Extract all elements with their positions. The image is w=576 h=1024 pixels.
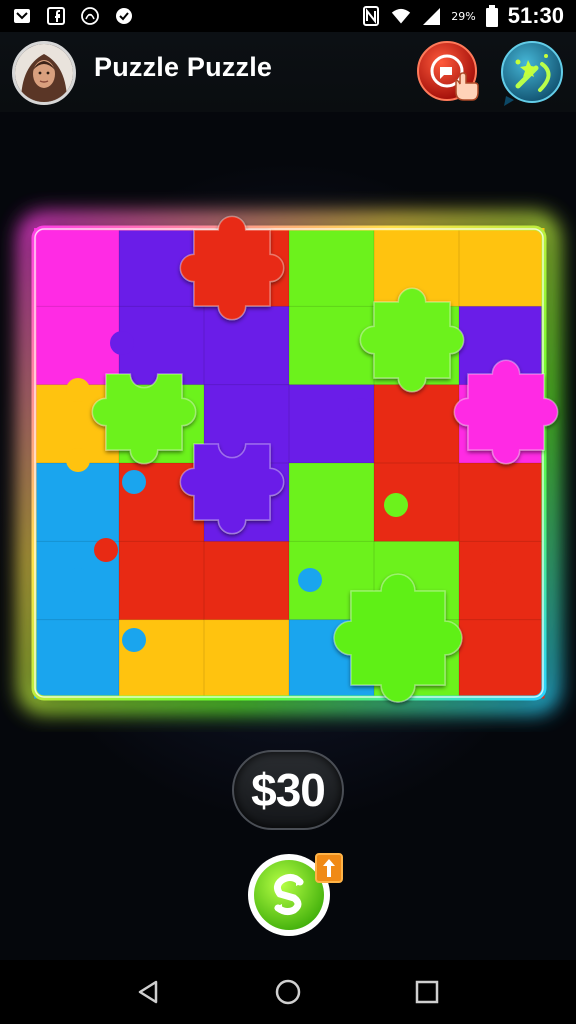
home-icon: [275, 979, 301, 1005]
puzzle-tile: [204, 619, 290, 699]
puzzle-tile: [289, 384, 375, 464]
tile-knob: [384, 493, 408, 517]
tile-knob: [122, 628, 146, 652]
floating-piece-magenta: [453, 359, 559, 465]
recents-icon: [415, 980, 438, 1004]
puzzle-tile: [34, 463, 120, 542]
facebook-icon: [46, 6, 66, 26]
tile-knob: [488, 560, 512, 584]
check-circle-icon: [114, 6, 134, 26]
navigation-bar: [0, 960, 576, 1024]
puzzle-tile: [374, 384, 460, 464]
tile-knob: [66, 568, 90, 592]
home-button[interactable]: [268, 972, 308, 1012]
floating-piece-bright-green: [333, 573, 463, 703]
floating-piece-purple: [179, 443, 285, 535]
tiles-layer: [19, 213, 559, 713]
wifi-icon: [391, 6, 411, 26]
back-button[interactable]: [129, 972, 169, 1012]
battery-percent: 29%: [451, 9, 476, 23]
floating-piece-red: [179, 215, 285, 321]
arrow-up-icon: [323, 859, 335, 877]
puzzle-tile: [204, 306, 290, 386]
back-icon: [139, 980, 158, 1004]
puzzle-tile: [459, 619, 545, 699]
hint-button[interactable]: [416, 40, 482, 106]
recents-button[interactable]: [407, 972, 447, 1012]
puzzle-tile: [459, 228, 545, 307]
tile-knob: [110, 331, 134, 355]
nfc-icon: [361, 6, 381, 26]
price-display: $30: [232, 750, 344, 830]
puzzle-tile: [34, 228, 120, 307]
status-bar: 29% 51:30: [0, 0, 576, 32]
puzzle-tile: [459, 463, 545, 542]
tile-knob: [348, 398, 372, 422]
puzzle-tile: [289, 228, 375, 307]
floating-piece-green-2: [91, 373, 197, 465]
puzzle-tile: [34, 619, 120, 699]
signal-icon: [421, 6, 441, 26]
battery-icon: [485, 5, 498, 27]
hint-hand-icon: [417, 41, 479, 101]
game-title: Puzzle Puzzle: [94, 52, 273, 82]
magic-wand-icon: [501, 41, 563, 106]
tile-knob: [94, 538, 118, 562]
game-header: Puzzle Puzzle: [0, 32, 576, 112]
puzzle-board[interactable]: [0, 112, 576, 732]
magic-button[interactable]: [498, 40, 566, 108]
avatar[interactable]: [12, 41, 76, 105]
notification-icon: [12, 6, 32, 26]
puzzle-tile: [289, 463, 375, 542]
tile-knob: [66, 378, 90, 402]
upgrade-badge[interactable]: [315, 853, 343, 883]
spiral-icon: [80, 6, 100, 26]
puzzle-tile: [204, 541, 290, 621]
tile-knob: [122, 470, 146, 494]
clock: 51:30: [507, 3, 564, 28]
puzzle-tile: [119, 541, 205, 621]
tile-knob: [298, 568, 322, 592]
floating-piece-green: [359, 287, 465, 393]
tile-knob: [66, 448, 90, 472]
